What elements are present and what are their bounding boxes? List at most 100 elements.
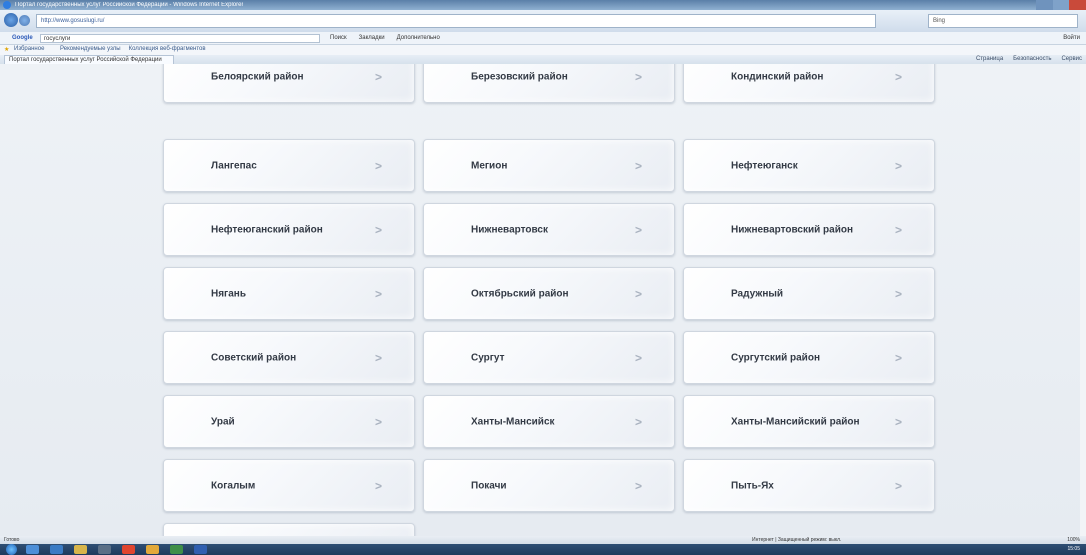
district-tile[interactable]: Когалым > bbox=[163, 459, 415, 512]
district-tile[interactable]: Нижневартовск > bbox=[423, 203, 675, 256]
page-menu[interactable]: Страница bbox=[976, 56, 1003, 62]
district-tile[interactable]: Радужный > bbox=[683, 267, 935, 320]
district-tile-label: Нягань bbox=[211, 288, 246, 299]
district-tile-label: Когалым bbox=[211, 480, 256, 491]
district-tile[interactable]: Ханты-Мансийск > bbox=[423, 395, 675, 448]
district-tile[interactable]: Белоярский район > bbox=[163, 64, 415, 103]
district-tile-label: Кондинский район bbox=[731, 71, 824, 82]
folder-icon[interactable] bbox=[74, 545, 87, 554]
paint-icon[interactable] bbox=[146, 545, 159, 554]
district-tile[interactable]: Нефтеюганский район > bbox=[163, 203, 415, 256]
district-tile[interactable]: Лангепас > bbox=[163, 139, 415, 192]
district-tile[interactable]: Урай > bbox=[163, 395, 415, 448]
district-tile-label: Белоярский район bbox=[211, 71, 304, 82]
chevron-right-icon: > bbox=[374, 222, 382, 237]
district-tile-label: Ханты-Мансийск bbox=[471, 416, 555, 427]
district-tile[interactable]: Мегион > bbox=[423, 139, 675, 192]
chevron-right-icon: > bbox=[894, 69, 902, 84]
google-signin-link[interactable]: Войти bbox=[1063, 35, 1080, 41]
minimize-button[interactable] bbox=[1036, 0, 1053, 10]
favorites-item[interactable]: Коллекция веб-фрагментов bbox=[129, 46, 206, 52]
media-icon[interactable] bbox=[50, 545, 63, 554]
browser-tab[interactable]: Портал государственных услуг Российской … bbox=[4, 55, 174, 64]
google-search-input[interactable]: госуслуги bbox=[40, 34, 320, 43]
district-tile-label: Сургутский район bbox=[731, 352, 820, 363]
chevron-right-icon: > bbox=[894, 222, 902, 237]
district-tile[interactable]: Советский район > bbox=[163, 331, 415, 384]
district-tile-label: Радужный bbox=[731, 288, 784, 299]
excel-icon[interactable] bbox=[170, 545, 183, 554]
favorites-star-icon[interactable]: ★ bbox=[4, 46, 9, 53]
chevron-right-icon: > bbox=[374, 286, 382, 301]
google-toolbar-buttons: Поиск Закладки Дополнительно bbox=[330, 35, 440, 41]
status-bar: Готово Интернет | Защищенный режим: выкл… bbox=[0, 536, 1086, 544]
chevron-right-icon: > bbox=[894, 158, 902, 173]
google-search-button[interactable]: Поиск bbox=[330, 35, 347, 41]
district-tile[interactable]: Кондинский район > bbox=[683, 64, 935, 103]
close-button[interactable] bbox=[1069, 0, 1086, 10]
safety-menu[interactable]: Безопасность bbox=[1013, 56, 1051, 62]
back-button[interactable] bbox=[4, 13, 18, 27]
maximize-button[interactable] bbox=[1052, 0, 1070, 10]
chevron-right-icon: > bbox=[374, 350, 382, 365]
chevron-right-icon: > bbox=[634, 478, 642, 493]
explorer-icon[interactable] bbox=[26, 545, 39, 554]
word-icon[interactable] bbox=[194, 545, 207, 554]
chevron-right-icon: > bbox=[374, 478, 382, 493]
command-bar: Страница Безопасность Сервис bbox=[976, 56, 1082, 62]
chevron-right-icon: > bbox=[634, 158, 642, 173]
district-tile[interactable]: Нижневартовский район > bbox=[683, 203, 935, 256]
google-more-button[interactable]: Дополнительно bbox=[397, 35, 440, 41]
district-tile[interactable]: Березовский район > bbox=[423, 64, 675, 103]
chevron-right-icon: > bbox=[634, 286, 642, 301]
zoom-level[interactable]: 100% bbox=[1067, 537, 1080, 543]
district-tile[interactable]: Югорск> bbox=[163, 523, 415, 536]
google-bookmarks-button[interactable]: Закладки bbox=[359, 35, 385, 41]
district-tile-label: Березовский район bbox=[471, 71, 568, 82]
district-tile[interactable]: Нягань > bbox=[163, 267, 415, 320]
google-toolbar: Google госуслуги Поиск Закладки Дополнит… bbox=[0, 32, 1086, 45]
district-tile-label: Покачи bbox=[471, 480, 507, 491]
district-tile-label: Мегион bbox=[471, 160, 508, 171]
forward-button[interactable] bbox=[19, 15, 30, 26]
url-input[interactable]: http://www.gosuslugi.ru/ bbox=[36, 14, 876, 28]
district-tile[interactable]: Нефтеюганск > bbox=[683, 139, 935, 192]
district-tile-label: Лангепас bbox=[211, 160, 257, 171]
chevron-right-icon: > bbox=[894, 414, 902, 429]
chevron-right-icon: > bbox=[634, 350, 642, 365]
chevron-right-icon: > bbox=[374, 158, 382, 173]
district-tile-label: Нефтеюганский район bbox=[211, 224, 323, 235]
district-tile-label: Советский район bbox=[211, 352, 297, 363]
search-input[interactable]: Bing bbox=[928, 14, 1078, 28]
chevron-right-icon: > bbox=[894, 478, 902, 493]
district-tile[interactable]: Покачи > bbox=[423, 459, 675, 512]
chevron-right-icon: > bbox=[374, 414, 382, 429]
window-controls bbox=[1036, 0, 1086, 10]
chevron-right-icon: > bbox=[634, 69, 642, 84]
district-tile[interactable]: Октябрьский район > bbox=[423, 267, 675, 320]
chevron-right-icon: > bbox=[634, 414, 642, 429]
address-bar: http://www.gosuslugi.ru/ Bing bbox=[0, 10, 1086, 32]
scrollbar[interactable] bbox=[1080, 64, 1086, 536]
page-content: Белоярский район > Березовский район > Конди… bbox=[0, 64, 1086, 536]
system-clock: 15:05 bbox=[1067, 546, 1080, 552]
chevron-right-icon: > bbox=[894, 350, 902, 365]
district-tile[interactable]: Пыть-Ях > bbox=[683, 459, 935, 512]
district-tile-label: Нижневартовский район bbox=[731, 224, 853, 235]
ie-icon bbox=[3, 1, 11, 9]
district-tile-label: Ханты-Мансийский район bbox=[731, 416, 860, 427]
favorites-label[interactable]: Избранное bbox=[14, 46, 44, 52]
favorites-item[interactable]: Рекомендуемые узлы bbox=[60, 46, 121, 52]
district-tile-label: Октябрьский район bbox=[471, 288, 569, 299]
chrome-icon[interactable] bbox=[122, 545, 135, 554]
district-tile[interactable]: Сургутский район > bbox=[683, 331, 935, 384]
district-tile[interactable]: Ханты-Мансийский район > bbox=[683, 395, 935, 448]
start-button[interactable] bbox=[6, 544, 17, 555]
tools-menu[interactable]: Сервис bbox=[1061, 56, 1082, 62]
district-tile[interactable]: Сургут > bbox=[423, 331, 675, 384]
app-icon[interactable] bbox=[98, 545, 111, 554]
status-text: Готово bbox=[4, 537, 20, 543]
district-tile-label: Урай bbox=[211, 416, 235, 427]
favorites-items: Рекомендуемые узлы Коллекция веб-фрагмен… bbox=[60, 46, 206, 52]
taskbar: 15:05 bbox=[0, 544, 1086, 555]
